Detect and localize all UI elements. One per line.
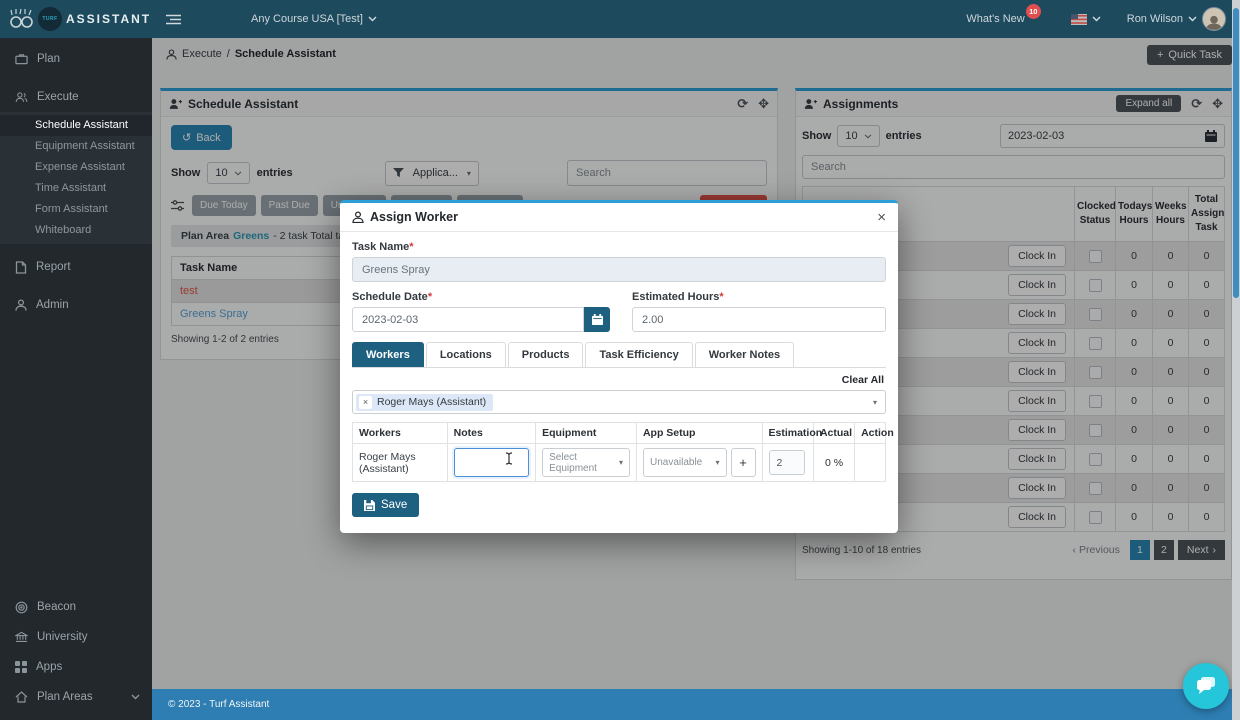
sidebar-item-time-assistant[interactable]: Time Assistant <box>0 178 152 199</box>
equipment-select[interactable]: Select Equipment ▾ <box>542 448 630 477</box>
worker-icon <box>352 211 364 223</box>
gear-icon: TURF <box>38 7 62 31</box>
file-icon <box>15 261 27 274</box>
workers-table: Workers Notes Equipment App Setup Estima… <box>352 422 886 482</box>
sidebar-item-university[interactable]: University <box>0 622 152 652</box>
flag-icon <box>1071 14 1087 25</box>
sidebar: Plan Execute Schedule Assistant Equipmen… <box>0 38 152 720</box>
assign-worker-modal: Assign Worker × Task Name* Greens Spray … <box>340 200 898 533</box>
save-button[interactable]: Save <box>352 493 419 517</box>
notes-input[interactable] <box>454 448 529 477</box>
add-app-setup-button[interactable]: + <box>731 448 756 477</box>
scrollbar[interactable] <box>1232 0 1240 720</box>
chevron-down-icon <box>1092 16 1101 22</box>
chevron-down-icon <box>1188 16 1197 22</box>
whats-new-link[interactable]: What's New 10 <box>966 12 1044 27</box>
mascot-glasses-icon <box>8 8 34 30</box>
chat-widget-button[interactable] <box>1183 663 1229 709</box>
save-icon <box>364 500 375 511</box>
remove-worker-icon[interactable]: × <box>359 396 372 409</box>
bank-icon <box>15 631 28 643</box>
selected-worker-chip: × Roger Mays (Assistant) <box>356 394 493 411</box>
sidebar-item-form-assistant[interactable]: Form Assistant <box>0 199 152 220</box>
sidebar-item-whiteboard[interactable]: Whiteboard <box>0 220 152 241</box>
sidebar-item-execute[interactable]: Execute <box>0 82 152 112</box>
tab-workers[interactable]: Workers <box>352 342 424 367</box>
tab-locations[interactable]: Locations <box>426 342 506 367</box>
chat-bubble-icon <box>1195 676 1217 696</box>
action-cell <box>855 444 886 482</box>
worker-name: Roger Mays (Assistant) <box>353 444 448 482</box>
top-navbar: TURF ASSISTANT Any Course USA [Test] Wha… <box>0 0 1240 38</box>
users-icon <box>15 91 28 103</box>
chevron-down-icon <box>131 694 140 700</box>
modal-tabs: Workers Locations Products Task Efficien… <box>352 342 886 368</box>
schedule-date-label: Schedule Date* <box>352 291 610 303</box>
sidebar-item-schedule-assistant[interactable]: Schedule Assistant <box>0 115 152 136</box>
estimation-input[interactable]: 2 <box>769 450 805 475</box>
footer-bar: © 2023 - Turf Assistant <box>152 689 1240 720</box>
task-name-field: Greens Spray <box>352 257 886 282</box>
course-selector[interactable]: Any Course USA [Test] <box>251 13 377 25</box>
caret-down-icon: ▾ <box>715 458 719 467</box>
clear-all-link[interactable]: Clear All <box>352 374 884 386</box>
estimation-header: Estimation <box>762 423 813 444</box>
copyright-text: © 2023 - Turf Assistant <box>168 699 269 710</box>
sidebar-item-plan-areas[interactable]: Plan Areas <box>0 682 152 712</box>
user-icon <box>15 299 27 311</box>
brand-logo[interactable]: TURF ASSISTANT <box>0 7 152 31</box>
sidebar-item-beacon[interactable]: Beacon <box>0 592 152 622</box>
actual-value: 0 % <box>813 444 854 482</box>
tab-products[interactable]: Products <box>508 342 584 367</box>
bullseye-icon <box>15 601 28 614</box>
menu-icon[interactable] <box>166 14 181 25</box>
calendar-button[interactable] <box>584 307 610 332</box>
modal-title: Assign Worker <box>370 210 458 224</box>
action-header: Action <box>855 423 886 444</box>
workers-header: Workers <box>353 423 448 444</box>
language-flag-selector[interactable] <box>1071 14 1101 25</box>
task-name-label: Task Name* <box>352 241 886 253</box>
tab-worker-notes[interactable]: Worker Notes <box>695 342 794 367</box>
content-area: Execute / Schedule Assistant + Quick Tas… <box>152 38 1240 720</box>
estimated-hours-field[interactable]: 2.00 <box>632 307 886 332</box>
avatar[interactable] <box>1202 7 1226 31</box>
sidebar-item-equipment-assistant[interactable]: Equipment Assistant <box>0 136 152 157</box>
sidebar-item-plan[interactable]: Plan <box>0 44 152 74</box>
sidebar-item-apps[interactable]: Apps <box>0 652 152 682</box>
text-cursor-icon <box>505 452 513 465</box>
caret-down-icon: ▾ <box>873 398 877 407</box>
caret-down-icon: ▾ <box>619 458 623 467</box>
whats-new-badge: 10 <box>1026 4 1041 19</box>
notes-header: Notes <box>447 423 535 444</box>
home-icon <box>15 691 28 703</box>
user-menu[interactable]: Ron Wilson <box>1127 7 1226 31</box>
briefcase-icon <box>15 53 28 65</box>
workers-multiselect[interactable]: × Roger Mays (Assistant) ▾ <box>352 390 886 414</box>
execute-submenu: Schedule Assistant Equipment Assistant E… <box>0 112 152 244</box>
app-setup-header: App Setup <box>636 423 762 444</box>
actual-header: Actual <box>813 423 854 444</box>
close-icon[interactable]: × <box>877 209 886 226</box>
grid-icon <box>15 661 27 673</box>
tab-task-efficiency[interactable]: Task Efficiency <box>585 342 692 367</box>
app-setup-select[interactable]: Unavailable ▾ <box>643 448 727 477</box>
sidebar-item-report[interactable]: Report <box>0 252 152 282</box>
sidebar-item-admin[interactable]: Admin <box>0 290 152 320</box>
turf-assistant-app: TURF ASSISTANT Any Course USA [Test] Wha… <box>0 0 1240 720</box>
chevron-down-icon <box>368 16 377 22</box>
schedule-date-field[interactable]: 2023-02-03 <box>352 307 584 332</box>
brand-text: ASSISTANT <box>66 12 151 26</box>
equipment-header: Equipment <box>536 423 637 444</box>
sidebar-item-expense-assistant[interactable]: Expense Assistant <box>0 157 152 178</box>
scrollbar-thumb[interactable] <box>1233 8 1239 298</box>
worker-row: Roger Mays (Assistant) Select Equipment … <box>353 444 886 482</box>
calendar-icon <box>592 314 603 325</box>
estimated-hours-label: Estimated Hours* <box>632 291 886 303</box>
